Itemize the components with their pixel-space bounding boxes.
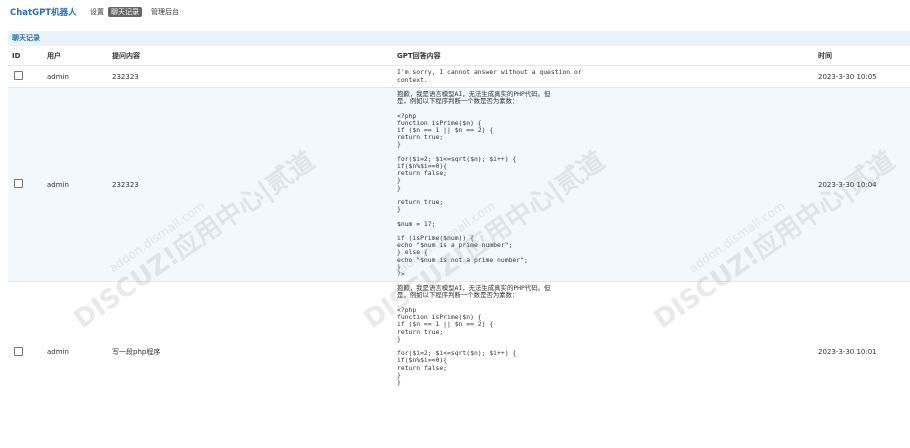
- column-header-user: 用户: [47, 51, 61, 60]
- row-user: admin: [46, 65, 111, 88]
- column-header-time: 时间: [818, 51, 832, 60]
- row-question: 写一段php程序: [111, 281, 396, 422]
- column-header-reply: GPT回答内容: [397, 51, 441, 60]
- nav-chat-records[interactable]: 聊天记录: [108, 7, 142, 17]
- top-navigation: ChatGPT机器人 设置 聊天记录 管理后台: [0, 0, 910, 24]
- table-row: admin 232323 抱歉，我是语言模型AI，无法生成真实的PHP代码。但 …: [8, 86, 910, 282]
- column-header-question: 提问内容: [112, 51, 140, 60]
- app-title: ChatGPT机器人: [10, 8, 77, 18]
- table-header-row: ID 用户 提问内容 GPT回答内容 时间: [8, 46, 910, 66]
- chat-records-panel: 聊天记录 ID 用户 提问内容 GPT回答内容 时间 admin 232323 …: [8, 31, 910, 422]
- nav-admin[interactable]: 管理后台: [149, 7, 181, 17]
- row-checkbox[interactable]: [14, 179, 23, 189]
- nav-settings[interactable]: 设置: [88, 7, 106, 17]
- chat-records-table: ID 用户 提问内容 GPT回答内容 时间 admin 232323 I'm s…: [8, 46, 910, 422]
- row-time: 2023-3-30 10:04: [817, 86, 910, 282]
- row-checkbox[interactable]: [14, 346, 23, 356]
- row-reply: I'm sorry, I cannot answer without a que…: [397, 68, 582, 84]
- row-checkbox[interactable]: [14, 71, 23, 80]
- column-header-id: ID: [12, 51, 21, 60]
- panel-title: 聊天记录: [8, 31, 910, 46]
- row-user: admin: [46, 86, 111, 282]
- row-time: 2023-3-30 10:05: [817, 65, 910, 88]
- row-question: 232323: [111, 86, 396, 282]
- row-question: 232323: [111, 65, 396, 88]
- row-reply: 抱歉，我是语言模型AI，无法生成真实的PHP代码。但 是，例如以下程序判断一个数…: [397, 284, 551, 386]
- table-row: admin 写一段php程序 抱歉，我是语言模型AI，无法生成真实的PHP代码。…: [8, 281, 910, 422]
- row-user: admin: [46, 281, 111, 422]
- row-time: 2023-3-30 10:01: [817, 281, 910, 422]
- table-row: admin 232323 I'm sorry, I cannot answer …: [8, 65, 910, 88]
- row-reply: 抱歉，我是语言模型AI，无法生成真实的PHP代码。但 是，例如以下程序判断一个数…: [397, 90, 551, 279]
